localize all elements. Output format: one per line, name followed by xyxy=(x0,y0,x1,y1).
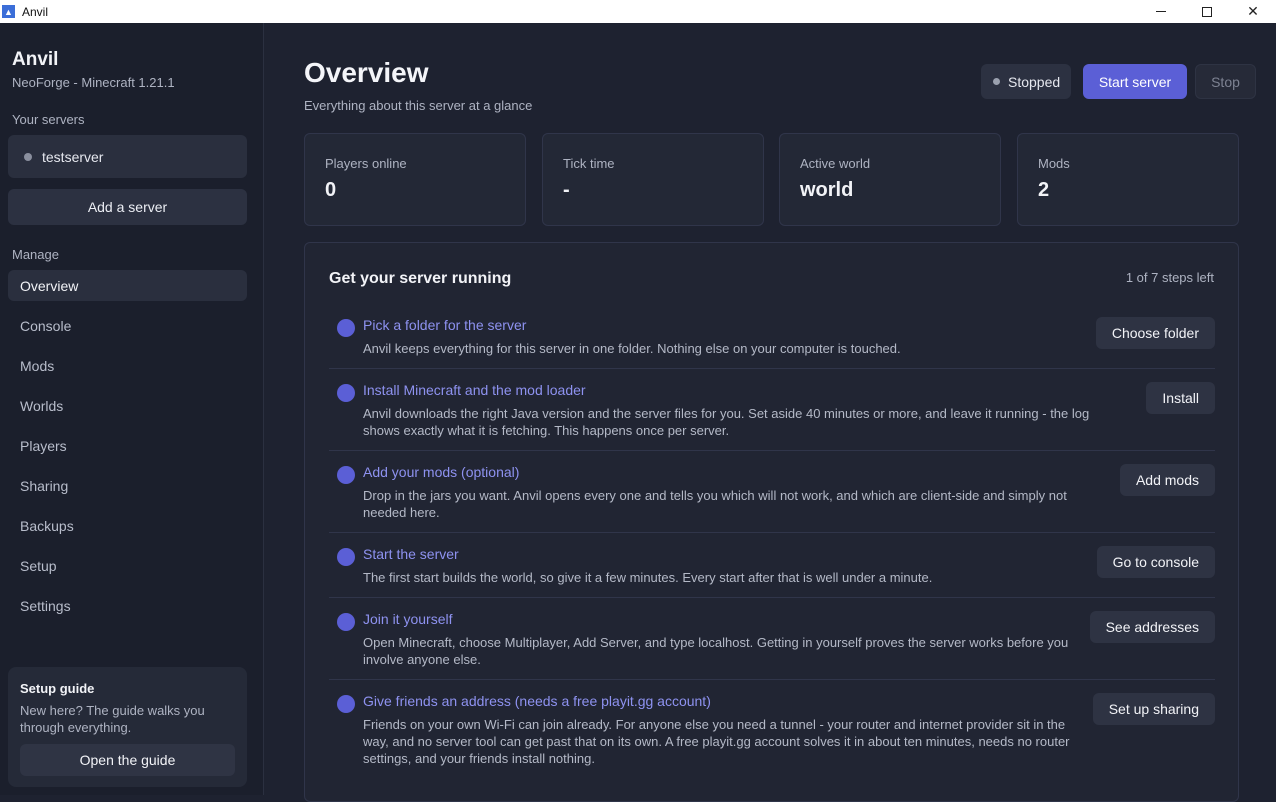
sidebar-item-players[interactable]: Players xyxy=(8,430,247,461)
status-dot-icon xyxy=(993,78,1000,85)
divider xyxy=(329,679,1215,680)
start-server-button[interactable]: Start server xyxy=(1083,64,1187,99)
step-title[interactable]: Add your mods (optional) xyxy=(363,464,519,480)
step-description: Drop in the jars you want. Anvil opens e… xyxy=(363,488,1067,520)
step-title[interactable]: Join it yourself xyxy=(363,611,452,627)
minimize-button[interactable] xyxy=(1138,0,1184,23)
step-pending-icon xyxy=(337,466,355,484)
window-titlebar: ▲ Anvil ✕ xyxy=(0,0,1276,23)
sidebar-item-overview[interactable]: Overview xyxy=(8,270,247,301)
sidebar-item-sharing[interactable]: Sharing xyxy=(8,470,247,501)
divider xyxy=(329,368,1215,369)
guide-title: Setup guide xyxy=(20,681,95,696)
close-button[interactable]: ✕ xyxy=(1230,0,1276,23)
sidebar-item-backups[interactable]: Backups xyxy=(8,510,247,541)
step-description: The first start builds the world, so giv… xyxy=(363,570,933,585)
stat-label: Tick time xyxy=(563,156,615,171)
step-description: Open Minecraft, choose Multiplayer, Add … xyxy=(363,635,1069,667)
sidebar-nav: Overview Console Mods Worlds Players Sha… xyxy=(8,270,247,630)
step-title[interactable]: Pick a folder for the server xyxy=(363,317,526,333)
stat-value: 2 xyxy=(1038,179,1050,201)
sidebar-item-mods[interactable]: Mods xyxy=(8,350,247,381)
steps-remaining: 1 of 7 steps left xyxy=(1125,270,1214,285)
sidebar-item-setup[interactable]: Setup xyxy=(8,550,247,581)
window-title: Anvil xyxy=(22,4,49,19)
step-description: Anvil keeps everything for this server i… xyxy=(363,341,901,356)
add-server-button[interactable]: Add a server xyxy=(8,189,247,225)
page-title: Overview xyxy=(304,57,429,88)
app-name: Anvil xyxy=(12,49,59,70)
stat-label: Active world xyxy=(800,156,871,171)
guide-description: New here? The guide walks you through ev… xyxy=(20,703,205,735)
sidebar-item-worlds[interactable]: Worlds xyxy=(8,390,247,421)
stat-value: 0 xyxy=(325,179,337,201)
maximize-icon xyxy=(1202,6,1212,17)
status-badge: Stopped xyxy=(981,64,1071,99)
step-title[interactable]: Give friends an address (needs a free pl… xyxy=(363,693,711,709)
sidebar-item-settings[interactable]: Settings xyxy=(8,590,247,621)
app-icon: ▲ xyxy=(2,5,15,18)
servers-section-label: Your servers xyxy=(12,112,85,127)
stat-value: - xyxy=(563,179,570,201)
maximize-button[interactable] xyxy=(1184,0,1230,23)
manage-section-label: Manage xyxy=(12,247,59,262)
divider xyxy=(329,450,1215,451)
step-pending-icon xyxy=(337,695,355,713)
server-status-dot-icon xyxy=(24,152,32,161)
minimize-icon xyxy=(1156,11,1166,12)
step-pending-icon xyxy=(337,548,355,566)
sidebar: Anvil NeoForge - Minecraft 1.21.1 Your s… xyxy=(0,23,264,795)
stat-value: world xyxy=(800,179,854,201)
step-title[interactable]: Install Minecraft and the mod loader xyxy=(363,382,586,398)
server-item-testserver[interactable]: testserver xyxy=(8,135,247,178)
open-guide-button[interactable]: Open the guide xyxy=(20,744,235,776)
status-text: Stopped xyxy=(1008,73,1061,90)
step-pending-icon xyxy=(337,319,355,337)
setup-steps-card: Get your server running 1 of 7 steps lef… xyxy=(304,242,1239,802)
sidebar-item-console[interactable]: Console xyxy=(8,310,247,341)
see-addresses-button[interactable]: See addresses xyxy=(1089,611,1215,643)
close-icon: ✕ xyxy=(1247,3,1259,19)
stat-label: Mods xyxy=(1038,156,1070,171)
stat-card-mods: Mods 2 xyxy=(1017,133,1239,226)
step-pending-icon xyxy=(337,613,355,631)
page-subtitle: Everything about this server at a glance xyxy=(304,98,533,113)
app-subtitle: NeoForge - Minecraft 1.21.1 xyxy=(12,75,175,90)
setup-guide-card: Setup guide New here? The guide walks yo… xyxy=(8,667,247,787)
step-pending-icon xyxy=(337,384,355,402)
main-content: Overview Everything about this server at… xyxy=(264,23,1276,802)
stat-card-active-world: Active world world xyxy=(779,133,1001,226)
go-to-console-button[interactable]: Go to console xyxy=(1096,546,1215,578)
add-mods-button[interactable]: Add mods xyxy=(1119,464,1215,496)
choose-folder-button[interactable]: Choose folder xyxy=(1095,317,1215,349)
steps-title: Get your server running xyxy=(329,270,512,287)
stat-card-players: Players online 0 xyxy=(304,133,526,226)
install-button[interactable]: Install xyxy=(1146,382,1215,414)
stat-card-tick-time: Tick time - xyxy=(542,133,764,226)
divider xyxy=(329,532,1215,533)
server-name: testserver xyxy=(42,148,104,165)
divider xyxy=(329,597,1215,598)
step-description: Friends on your own Wi-Fi can join alrea… xyxy=(363,717,1070,766)
step-title[interactable]: Start the server xyxy=(363,546,459,562)
set-up-sharing-button[interactable]: Set up sharing xyxy=(1092,693,1215,725)
stat-label: Players online xyxy=(325,156,407,171)
step-description: Anvil downloads the right Java version a… xyxy=(363,406,1090,438)
stop-server-button[interactable]: Stop xyxy=(1195,64,1256,99)
